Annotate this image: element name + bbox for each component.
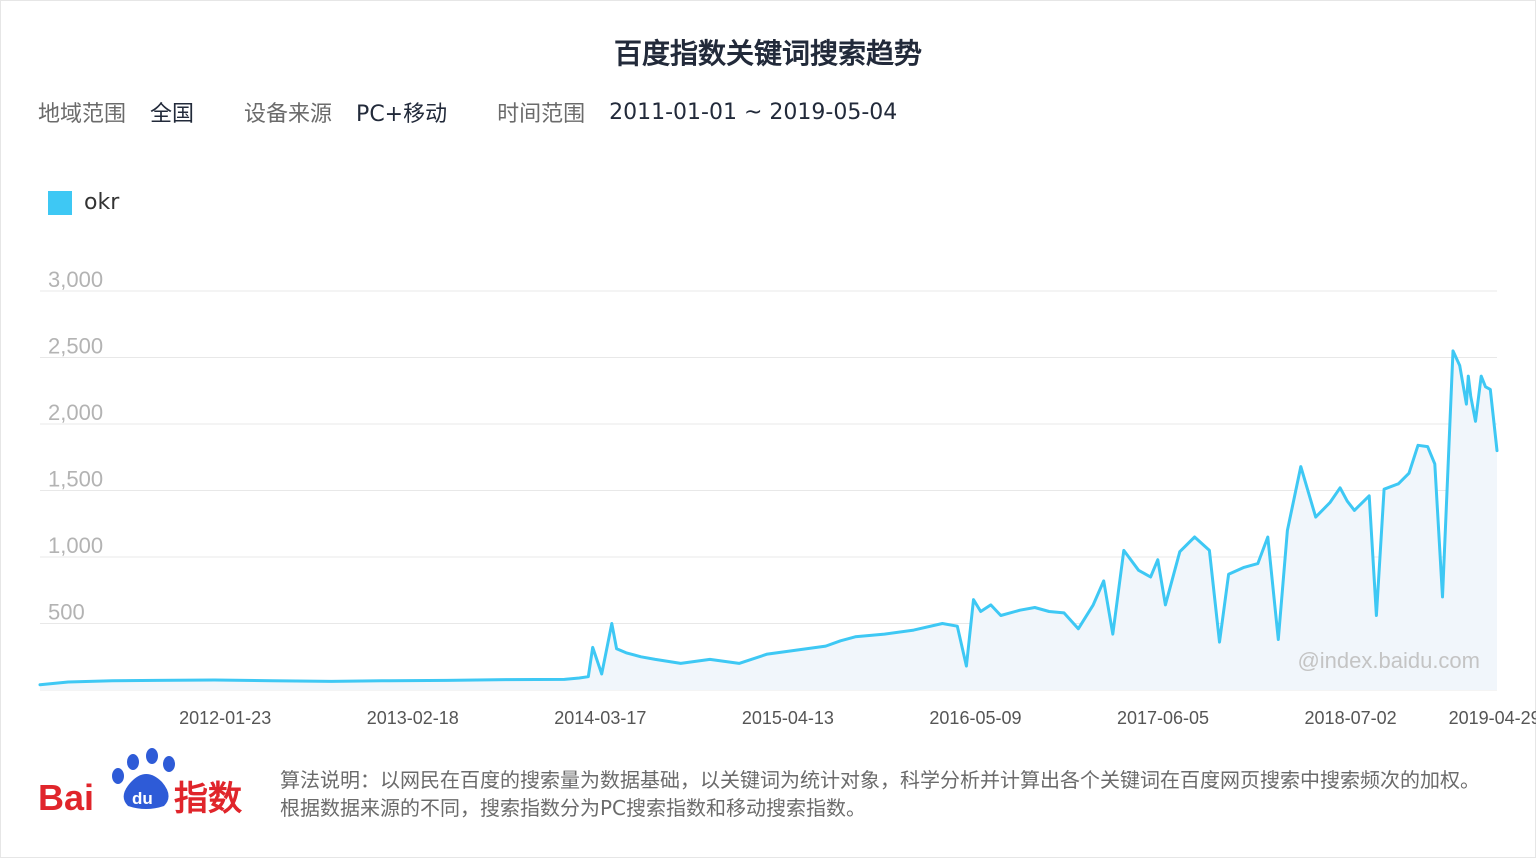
x-tick-label: 2014-03-17 (554, 708, 646, 728)
logo-du: du (132, 789, 153, 808)
x-tick-label: 2018-07-02 (1305, 708, 1397, 728)
y-tick-label: 2,500 (48, 334, 103, 359)
x-tick-label: 2016-05-09 (929, 708, 1021, 728)
logo-bai: Bai (38, 777, 94, 818)
y-tick-label: 1,000 (48, 533, 103, 558)
y-tick-label: 2,000 (48, 400, 103, 425)
algorithm-description: 算法说明：以网民在百度的搜索量为数据基础，以关键词为统计对象，科学分析并计算出各… (280, 768, 1480, 820)
x-tick-label: 2012-01-23 (179, 708, 271, 728)
y-tick-label: 500 (48, 600, 85, 625)
trend-chart: 500 1,000 1,500 2,000 2,500 3,000 2012-01-23 20… (38, 267, 1536, 728)
series-line (38, 349, 1499, 687)
logo-index: 指数 (174, 779, 242, 819)
x-tick-label: 2013-02-18 (367, 708, 459, 728)
x-tick-label: 2015-04-13 (742, 708, 834, 728)
x-tick-label: 2019-04-29 (1449, 708, 1536, 728)
watermark: @index.baidu.com (1297, 648, 1480, 673)
y-tick-label: 1,500 (48, 467, 103, 492)
baidu-index-logo: Bai du 指数 (36, 746, 246, 822)
x-tick-label: 2017-06-05 (1117, 708, 1209, 728)
y-tick-label: 3,000 (48, 267, 103, 292)
